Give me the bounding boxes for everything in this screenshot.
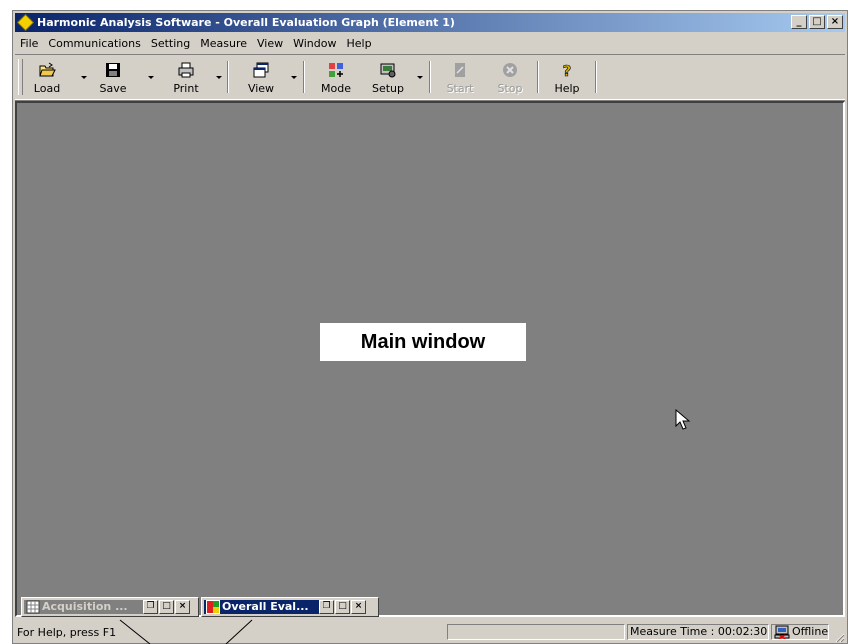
help-question-icon: ? (562, 62, 572, 79)
stop-icon (503, 63, 517, 77)
toolbar-separator (537, 61, 539, 93)
load-dropdown-arrow-icon[interactable] (81, 75, 88, 81)
table-window-icon (26, 600, 40, 614)
menu-bar: File Communications Setting Measure View… (15, 34, 845, 52)
toolbar-separator (227, 61, 229, 93)
menu-measure[interactable]: Measure (195, 37, 252, 50)
menu-window[interactable]: Window (288, 37, 341, 50)
open-folder-icon (39, 62, 56, 77)
print-dropdown-arrow-icon[interactable] (216, 75, 223, 81)
menu-help[interactable]: Help (341, 37, 376, 50)
connection-status: Offline (792, 625, 829, 638)
start-label: Start (446, 82, 474, 95)
toolbar-separator (595, 61, 597, 93)
measure-time-pane: Measure Time : 00:02:30 (627, 624, 769, 640)
minimized-window-title: Overall Eval... (222, 600, 309, 613)
mode-label: Mode (321, 82, 351, 95)
stop-button[interactable]: Stop (487, 57, 533, 97)
maximize-button[interactable]: □ (809, 15, 825, 29)
status-bar: For Help, press F1 Measure Time : 00:02:… (15, 621, 845, 643)
mode-icon (329, 63, 343, 77)
setup-button[interactable]: Setup (363, 57, 413, 97)
offline-computer-icon (774, 625, 790, 639)
svg-text:?: ? (563, 62, 572, 79)
floppy-disk-icon (106, 63, 120, 77)
toolbar: Load Save Print View Mode Setup Start St… (15, 54, 845, 100)
close-button[interactable]: × (351, 600, 366, 614)
setup-dropdown-arrow-icon[interactable] (417, 75, 424, 81)
maximize-button[interactable]: □ (335, 600, 350, 614)
stop-label: Stop (497, 82, 523, 95)
close-button[interactable]: × (827, 15, 843, 29)
status-help-text: For Help, press F1 (17, 626, 117, 639)
view-button[interactable]: View (235, 57, 287, 97)
graph-window-icon (206, 600, 220, 614)
view-label: View (247, 82, 275, 95)
toolbar-grip[interactable] (18, 59, 23, 95)
menu-file[interactable]: File (15, 37, 43, 50)
print-label: Print (173, 82, 199, 95)
help-label: Help (554, 82, 580, 95)
view-windows-icon (253, 62, 269, 78)
menu-view[interactable]: View (252, 37, 288, 50)
save-button[interactable]: Save (91, 57, 135, 97)
mdi-client-area[interactable]: Main window Acquisition ... ❐ □ × Overal… (15, 101, 845, 617)
start-button[interactable]: Start (437, 57, 483, 97)
maximize-button[interactable]: □ (159, 600, 174, 614)
help-button[interactable]: ? Help (545, 57, 589, 97)
mode-button[interactable]: Mode (311, 57, 361, 97)
toolbar-separator (303, 61, 305, 93)
printer-icon (178, 62, 194, 78)
minimized-window-acquisition[interactable]: Acquisition ... ❐ □ × (21, 597, 199, 617)
restore-button[interactable]: ❐ (143, 600, 158, 614)
save-label: Save (99, 82, 127, 95)
close-button[interactable]: × (175, 600, 190, 614)
main-window-callout: Main window (320, 323, 526, 361)
resize-grip-icon[interactable] (833, 631, 845, 643)
restore-button[interactable]: ❐ (319, 600, 334, 614)
view-dropdown-arrow-icon[interactable] (291, 75, 298, 81)
window-title: Harmonic Analysis Software - Overall Eva… (37, 16, 455, 29)
title-bar[interactable]: Harmonic Analysis Software - Overall Eva… (15, 13, 845, 32)
menu-communications[interactable]: Communications (43, 37, 145, 50)
app-window: Harmonic Analysis Software - Overall Eva… (12, 10, 848, 644)
minimized-window-overall-eval[interactable]: Overall Eval... ❐ □ × (201, 597, 379, 617)
app-diamond-icon (17, 14, 34, 31)
minimized-window-title: Acquisition ... (42, 600, 128, 613)
progress-pane (447, 624, 625, 640)
save-dropdown-arrow-icon[interactable] (148, 75, 155, 81)
connection-pane: Offline (771, 624, 829, 640)
setup-label: Setup (371, 82, 405, 95)
menu-setting[interactable]: Setting (146, 37, 195, 50)
minimize-button[interactable]: _ (791, 15, 807, 29)
start-icon (455, 63, 465, 77)
setup-gear-icon (380, 63, 396, 78)
measure-time-text: Measure Time : 00:02:30 (630, 625, 768, 638)
load-label: Load (33, 82, 61, 95)
load-button[interactable]: Load (25, 57, 69, 97)
toolbar-separator (429, 61, 431, 93)
print-button[interactable]: Print (158, 57, 214, 97)
mouse-cursor-icon (675, 409, 691, 430)
